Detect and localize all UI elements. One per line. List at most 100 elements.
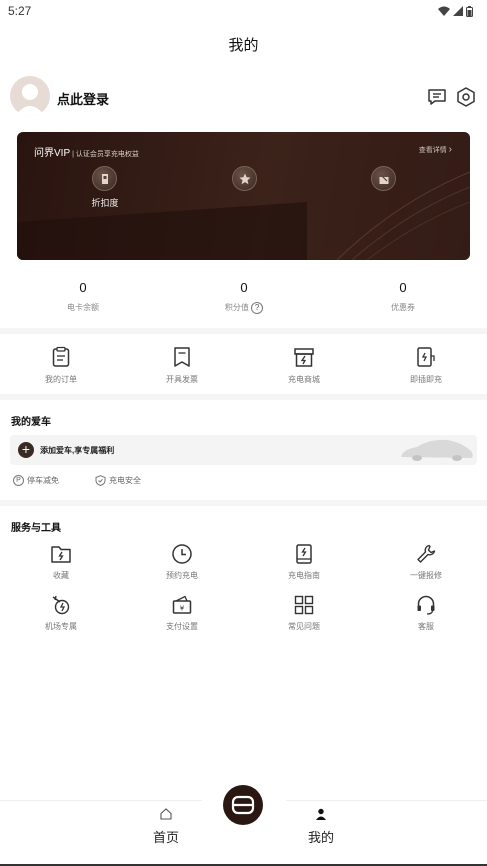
guide-book-icon (296, 544, 312, 564)
mall-icon (294, 348, 314, 367)
invoice-icon (174, 347, 190, 367)
service-charging-guide[interactable]: 充电指南 (269, 543, 339, 581)
tab-home[interactable]: 首页 (136, 807, 196, 846)
status-bar: 5:27 (0, 0, 487, 22)
status-icons (438, 5, 473, 17)
status-time: 5:27 (8, 4, 32, 18)
chevron-right-icon: › (448, 144, 452, 155)
airport-icon (52, 595, 70, 615)
order-icon (52, 346, 70, 367)
plug-charge-icon (417, 347, 435, 367)
perk-parking: P 停车减免 (13, 475, 59, 486)
person-icon (316, 808, 326, 820)
stat-points[interactable]: 0 积分值 ? (184, 280, 304, 314)
vip-title-text: 问界VIP (34, 148, 71, 159)
stat-points-label-row: 积分值 ? (184, 302, 304, 314)
services-section: 服务与工具 收藏 预约充电 充电指南 一键报修 机场专属 ¥ 支付设置 常见问题… (0, 506, 487, 800)
tab-label: 我的 (307, 830, 334, 845)
message-icon[interactable] (426, 86, 448, 108)
stat-label: 电卡余额 (67, 303, 99, 312)
vip-subtitle: | 认证会员享充电权益 (72, 151, 139, 158)
scan-charge-icon (231, 795, 255, 815)
vip-card[interactable]: 问界VIP | 认证会员享充电权益 查看详情 › 折扣度 (17, 132, 470, 260)
star-icon (239, 173, 250, 184)
quick-item-label: 即插即充 (410, 375, 442, 384)
wifi-icon (438, 6, 450, 16)
vip-more-link[interactable]: 查看详情 › (419, 144, 452, 155)
add-plus-icon: + (18, 442, 34, 458)
perk-label: 停车减免 (27, 476, 59, 485)
avatar[interactable] (10, 76, 50, 116)
perk-label: 充电安全 (109, 476, 141, 485)
service-label: 常见问题 (288, 622, 320, 631)
service-schedule-charge[interactable]: 预约充电 (147, 543, 217, 581)
wallet-icon: ¥ (172, 595, 192, 614)
section-title-my-car: 我的爱车 (11, 417, 51, 428)
scan-charge-button[interactable] (223, 785, 263, 825)
service-airport[interactable]: 机场专属 (26, 594, 96, 632)
default-avatar-icon (15, 84, 45, 116)
service-customer-support[interactable]: 客服 (391, 594, 461, 632)
service-label: 机场专属 (45, 622, 77, 631)
service-payment-settings[interactable]: ¥ 支付设置 (147, 594, 217, 632)
section-title-services: 服务与工具 (11, 523, 61, 534)
quick-item-label: 我的订单 (45, 375, 77, 384)
service-label: 收藏 (53, 571, 69, 580)
bottom-tab-bar: 首页 我的 (0, 777, 487, 866)
stat-card-balance[interactable]: 0 电卡余额 (23, 280, 143, 313)
account-stats: 0 电卡余额 0 积分值 ? 0 优惠券 (0, 262, 487, 328)
star-badge[interactable] (232, 166, 257, 191)
service-label: 预约充电 (166, 571, 198, 580)
quick-item-mall[interactable]: 充电商城 (269, 346, 339, 385)
vip-more-label: 查看详情 (418, 147, 447, 154)
gift-icon (379, 174, 388, 184)
svg-text:¥: ¥ (180, 605, 185, 613)
perk-charging-safety: 充电安全 (95, 475, 141, 486)
settings-gear-icon[interactable] (455, 86, 477, 108)
shield-check-icon (95, 475, 106, 486)
page-title: 我的 (228, 37, 259, 54)
quick-actions: 我的订单 开具发票 充电商城 即插即充 (0, 334, 487, 394)
gift-badge[interactable] (371, 166, 396, 191)
car-silhouette-icon (401, 439, 473, 461)
battery-icon (466, 5, 473, 17)
quick-item-label: 开具发票 (166, 375, 198, 384)
login-link[interactable]: 点此登录 (57, 89, 109, 108)
service-label: 充电指南 (288, 571, 320, 580)
faq-grid-icon (294, 595, 314, 615)
profile-header: 我的 点此登录 问界VIP | 认证会员享充电权益 查看详情 › 折扣度 (0, 22, 487, 262)
signal-icon (453, 6, 463, 16)
stat-value: 0 (79, 280, 87, 295)
service-repair[interactable]: 一键报修 (391, 543, 461, 581)
add-car-banner[interactable]: + 添加爱车,享专属福利 (10, 435, 477, 465)
headset-icon (417, 595, 435, 615)
favorite-folder-icon (51, 546, 71, 563)
service-label: 一键报修 (410, 571, 442, 580)
tab-label: 首页 (152, 830, 179, 845)
service-faq[interactable]: 常见问题 (269, 594, 339, 632)
service-label: 客服 (418, 622, 434, 631)
vip-title: 问界VIP | 认证会员享充电权益 (34, 144, 139, 159)
quick-item-invoice[interactable]: 开具发票 (147, 346, 217, 385)
service-label: 支付设置 (166, 622, 198, 631)
clock-icon (172, 544, 192, 564)
add-car-text: 添加爱车,享专属福利 (40, 446, 115, 455)
quick-item-orders[interactable]: 我的订单 (26, 346, 96, 385)
stat-coupons[interactable]: 0 优惠券 (343, 280, 463, 313)
my-car-section: 我的爱车 + 添加爱车,享专属福利 P 停车减免 充电安全 (0, 400, 487, 500)
discount-door-icon (101, 173, 108, 184)
stat-label: 积分值 (224, 303, 249, 313)
parking-icon: P (13, 475, 24, 486)
service-favorites[interactable]: 收藏 (26, 543, 96, 581)
discount-badge[interactable] (92, 166, 117, 191)
tab-mine[interactable]: 我的 (291, 807, 351, 846)
quick-item-label: 充电商城 (288, 375, 320, 384)
stat-value: 0 (399, 280, 407, 295)
home-icon (160, 808, 172, 820)
stat-value: 0 (240, 280, 248, 295)
stat-label: 优惠券 (391, 303, 415, 312)
help-question-icon[interactable]: ? (251, 302, 264, 314)
badge-label-discount: 折扣度 (91, 198, 119, 208)
quick-item-plug-charge[interactable]: 即插即充 (391, 346, 461, 385)
wrench-icon (417, 544, 436, 563)
